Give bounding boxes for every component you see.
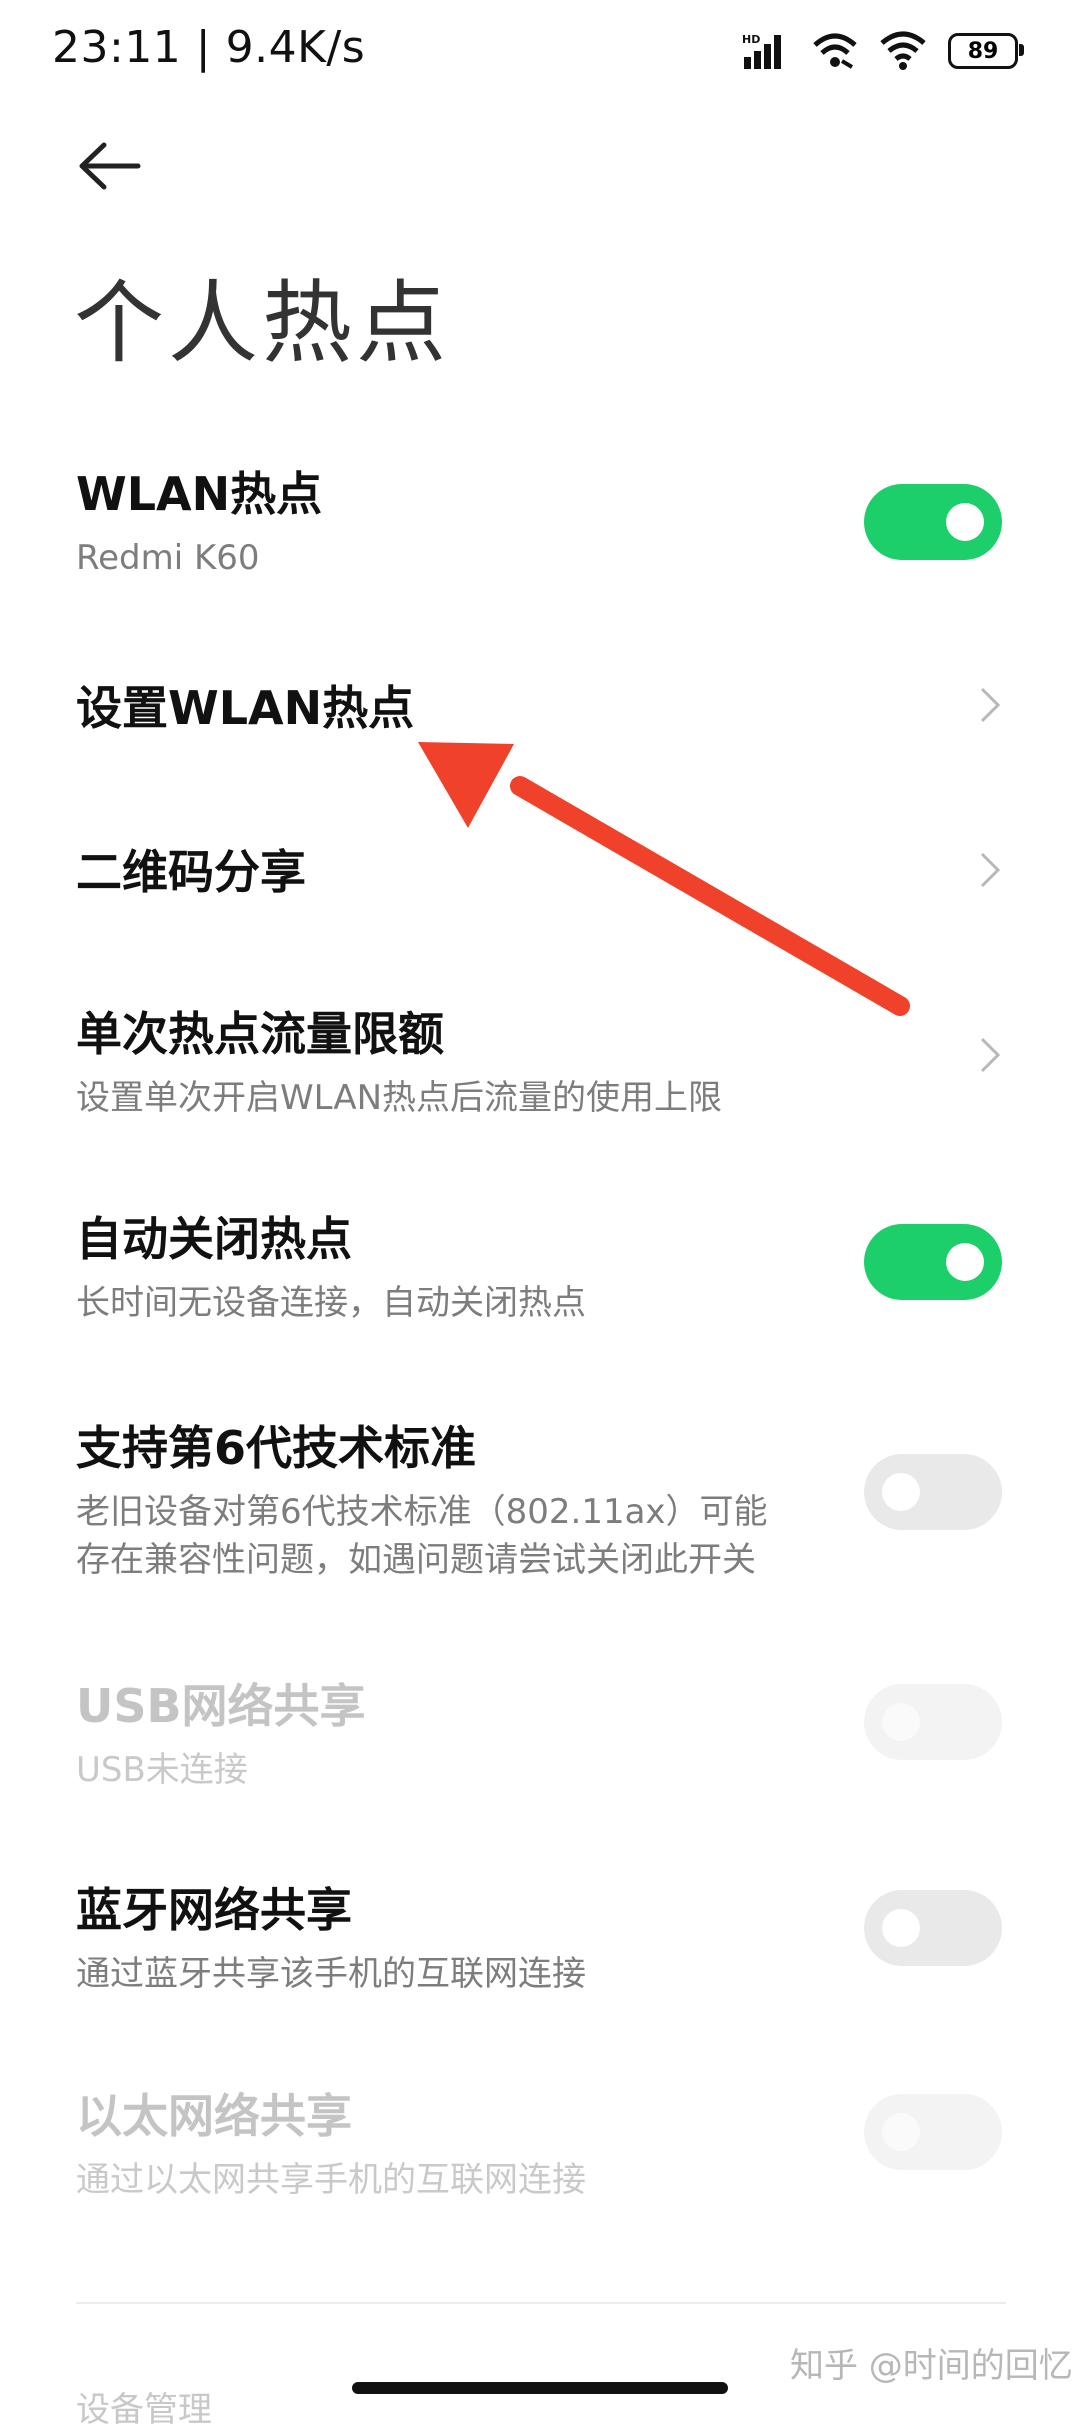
row-subtitle: 长时间无设备连接，自动关闭热点 [76, 1283, 586, 1323]
row-subtitle: 通过以太网共享手机的互联网连接 [76, 2160, 586, 2200]
divider [76, 2302, 1006, 2304]
status-time: 23:11 | 9.4K/s [52, 22, 366, 73]
row-subtitle: 设置单次开启WLAN热点后流量的使用上限 [76, 1078, 723, 1118]
row-subtitle: 通过蓝牙共享该手机的互联网连接 [76, 1954, 586, 1994]
wifi-icon [880, 31, 926, 70]
row-title: 支持第6代技术标准 [76, 1421, 477, 1475]
row-qr-share[interactable]: 二维码分享 [76, 836, 1006, 902]
section-header-device-management: 设备管理 [76, 2390, 212, 2430]
page-title: 个人热点 [74, 271, 450, 376]
status-icons: HD 89 [740, 28, 1024, 74]
row-title: 设置WLAN热点 [76, 681, 415, 735]
chevron-right-icon [980, 852, 1001, 888]
chevron-right-icon [980, 1037, 1001, 1073]
hd-signal-icon: HD [742, 33, 781, 69]
toggle-knob [882, 1909, 920, 1947]
bluetooth-tethering-toggle[interactable] [864, 1890, 1002, 1966]
row-subtitle: USB未连接 [76, 1750, 248, 1790]
row-subtitle: Redmi K60 [76, 538, 260, 578]
toggle-knob [946, 503, 984, 541]
row-set-wlan-hotspot[interactable]: 设置WLAN热点 [76, 672, 1006, 738]
toggle-knob [882, 1703, 920, 1741]
row-subtitle-line: 存在兼容性问题，如遇问题请尝试关闭此开关 [76, 1540, 756, 1580]
row-title: 二维码分享 [76, 845, 306, 899]
svg-text:HD: HD [742, 33, 760, 46]
auto-close-toggle[interactable] [864, 1224, 1002, 1300]
row-title: 单次热点流量限额 [76, 1007, 444, 1061]
toggle-knob [946, 1243, 984, 1281]
home-indicator[interactable] [352, 2382, 728, 2394]
row-subtitle-line: 老旧设备对第6代技术标准（802.11ax）可能 [76, 1492, 768, 1532]
arrow-left-icon [79, 142, 141, 190]
wifi-calling-icon [813, 33, 857, 69]
wifi6-toggle[interactable] [864, 1454, 1002, 1530]
toggle-knob [882, 2113, 920, 2151]
row-data-limit[interactable]: 单次热点流量限额 设置单次开启WLAN热点后流量的使用上限 [76, 998, 1006, 1122]
usb-tethering-toggle [864, 1684, 1002, 1760]
wlan-hotspot-toggle[interactable] [864, 484, 1002, 560]
chevron-right-icon [980, 687, 1001, 723]
ethernet-tethering-toggle [864, 2094, 1002, 2170]
battery-level: 89 [967, 38, 999, 64]
row-subtitle: 老旧设备对第6代技术标准（802.11ax）可能 存在兼容性问题，如遇问题请尝试… [76, 1488, 876, 1584]
battery-icon: 89 [948, 33, 1024, 69]
watermark: 知乎 @时间的回忆 [790, 2346, 1073, 2386]
back-button[interactable] [74, 136, 144, 196]
toggle-knob [882, 1473, 920, 1511]
status-bar: 23:11 | 9.4K/s HD 89 [0, 0, 1080, 100]
